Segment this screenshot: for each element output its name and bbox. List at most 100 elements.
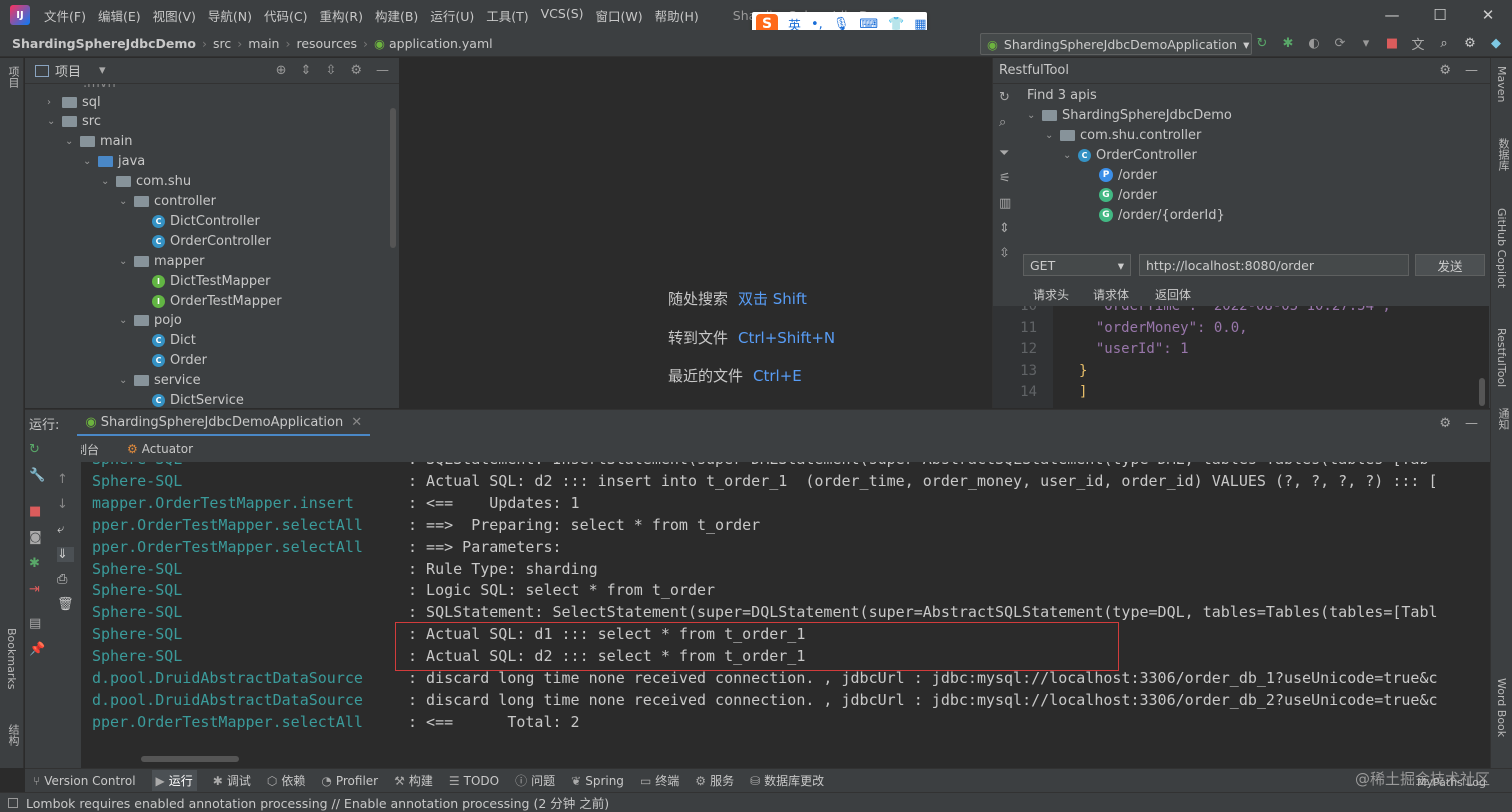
up-icon[interactable]: ↑ <box>57 472 74 487</box>
tree-node[interactable]: ⌄ src <box>47 112 101 132</box>
debug-icon[interactable]: ✱ <box>29 556 45 571</box>
tab-request-headers[interactable]: 请求头 <box>1033 286 1069 307</box>
tab-actuator[interactable]: ⚙ Actuator <box>127 442 193 456</box>
rerun-icon[interactable]: ↻ <box>1254 33 1270 53</box>
collapse-icon[interactable]: ⇳ <box>999 246 1011 261</box>
tab-request-body[interactable]: 请求体 <box>1093 286 1129 307</box>
tree-caret-icon[interactable]: ⌄ <box>65 136 75 147</box>
hide-icon[interactable]: — <box>1465 416 1478 431</box>
api-tree-package[interactable]: ⌄ com.shu.controller <box>1045 125 1201 145</box>
right-tool-tab[interactable]: Maven <box>1495 66 1508 102</box>
tree-caret-icon[interactable]: ⌄ <box>119 315 129 326</box>
filter-icon[interactable]: ⏷ <box>999 146 1011 161</box>
api-endpoint[interactable]: G/order <box>1099 185 1157 205</box>
tool-window-button[interactable]: ❦ Spring <box>571 774 624 788</box>
wrench-icon[interactable]: 🔧 <box>29 468 45 483</box>
right-tool-tab[interactable]: 通知 <box>1495 408 1511 430</box>
gear-icon[interactable]: ⚙ <box>1462 33 1478 53</box>
api-tree-project[interactable]: ⌄ ShardingSphereJdbcDemo <box>1027 105 1232 125</box>
tool-window-button[interactable]: ⑂ Version Control <box>33 774 136 788</box>
maximize-icon[interactable]: ☐ <box>1416 0 1464 30</box>
refresh-icon[interactable]: ↻ <box>999 90 1011 105</box>
project-tool-tab[interactable]: 项目 <box>5 66 21 88</box>
tool-window-button[interactable]: ▭ 终端 <box>640 772 679 789</box>
layout-icon[interactable]: ▤ <box>29 616 45 631</box>
trash-icon[interactable]: 🗑 <box>57 597 74 612</box>
menu-item[interactable]: 窗口(W) <box>590 6 649 25</box>
run-configuration-select[interactable]: ◉ ShardingSphereJdbcDemoApplication ▾ <box>980 33 1252 55</box>
menu-item[interactable]: VCS(S) <box>535 6 590 25</box>
settings-icon[interactable]: ⚟ <box>999 171 1011 186</box>
menu-item[interactable]: 编辑(E) <box>92 6 147 25</box>
tree-caret-icon[interactable]: ⌄ <box>119 256 129 267</box>
search-icon[interactable]: ⌕ <box>999 115 1011 130</box>
tool-window-button[interactable]: ☰ TODO <box>449 774 499 788</box>
tree-node[interactable]: ⌄ java <box>83 152 145 172</box>
print-icon[interactable]: ⎙ <box>57 572 74 587</box>
breadcrumb-item[interactable]: ShardingSphereJdbcDemo <box>12 36 196 51</box>
debug-icon[interactable]: ✱ <box>1280 33 1296 53</box>
url-input[interactable] <box>1139 254 1409 276</box>
tree-node[interactable]: C OrderController <box>137 231 271 251</box>
hide-icon[interactable]: — <box>1465 63 1478 78</box>
tool-window-button[interactable]: ⚙ 服务 <box>695 772 734 789</box>
tree-node[interactable]: C Order <box>137 351 207 371</box>
pin-icon[interactable]: 📌 <box>29 642 45 657</box>
status-icon[interactable] <box>8 797 18 808</box>
tool-window-button[interactable]: ✱ 调试 <box>213 772 251 789</box>
tree-caret-icon[interactable]: ⌄ <box>119 375 129 386</box>
api-endpoint[interactable]: P/order <box>1099 165 1157 185</box>
tree-node[interactable]: I OrderTestMapper <box>137 291 282 311</box>
menu-item[interactable]: 帮助(H) <box>649 6 705 25</box>
stop-icon[interactable]: ■ <box>29 504 45 519</box>
tool-window-button[interactable]: ⛁ 数据库更改 <box>750 772 824 789</box>
collapse-all-icon[interactable]: ⇳ <box>325 63 336 78</box>
breadcrumb-item[interactable]: application.yaml <box>389 36 493 51</box>
expand-all-icon[interactable]: ⇕ <box>301 63 312 78</box>
send-button[interactable]: 发送 <box>1415 254 1485 276</box>
exit-icon[interactable]: ⇥ <box>29 582 45 597</box>
breadcrumb-item[interactable]: src <box>213 36 231 51</box>
tree-node[interactable]: ⌄ service <box>119 371 201 391</box>
expand-icon[interactable]: ⇕ <box>999 221 1011 236</box>
menu-item[interactable]: 重构(R) <box>314 6 369 25</box>
right-tool-tab[interactable]: GitHub Copilot <box>1495 208 1508 288</box>
gear-icon[interactable]: ⚙ <box>1439 63 1451 78</box>
tool-window-button[interactable]: ⬡ 依赖 <box>267 772 306 789</box>
api-endpoint[interactable]: G/order/{orderId} <box>1099 205 1225 225</box>
console-output[interactable]: Sphere-SQL: SQLStatement: InsertStatemen… <box>81 462 1478 768</box>
tree-node[interactable]: C DictController <box>137 211 260 231</box>
tree-caret-icon[interactable]: ⌄ <box>101 176 111 187</box>
right-tool-tab[interactable]: RestfulTool <box>1495 328 1508 387</box>
response-scrollbar[interactable] <box>1479 378 1485 406</box>
bookmarks-tool-tab[interactable]: Bookmarks <box>5 628 18 689</box>
minimize-icon[interactable]: — <box>1368 0 1416 30</box>
breadcrumb-item[interactable]: resources <box>296 36 357 51</box>
console-hscrollbar[interactable] <box>141 756 239 762</box>
tool-window-button[interactable]: ⓘ 问题 <box>515 772 555 789</box>
tree-node[interactable]: C DictService <box>137 391 244 408</box>
chevron-down-icon[interactable]: ▾ <box>99 63 106 78</box>
menu-item[interactable]: 导航(N) <box>202 6 258 25</box>
gear-icon[interactable]: ⚙ <box>350 63 362 78</box>
jetbrains-icon[interactable]: ◆ <box>1488 33 1504 53</box>
tree-node[interactable]: › sql <box>47 92 101 112</box>
tree-caret-icon[interactable]: ⌄ <box>47 116 57 127</box>
coverage-icon[interactable]: ◐ <box>1306 33 1322 53</box>
translate-icon[interactable]: 文 <box>1410 33 1426 53</box>
more-run-icon[interactable]: ▾ <box>1358 33 1374 53</box>
menu-item[interactable]: 构建(B) <box>369 6 424 25</box>
hide-icon[interactable]: — <box>376 63 389 78</box>
tree-node[interactable]: ⌄ mapper <box>119 251 204 271</box>
tree-node[interactable]: ⌄ com.shu <box>101 172 191 192</box>
tree-caret-icon[interactable]: › <box>47 97 57 108</box>
search-icon[interactable]: ⌕ <box>1436 33 1452 53</box>
tree-node[interactable]: ⌄ controller <box>119 192 216 212</box>
close-tab-icon[interactable]: ✕ <box>351 415 362 430</box>
breadcrumb-item[interactable]: main <box>248 36 279 51</box>
chart-icon[interactable]: ▥ <box>999 196 1011 211</box>
stop-icon[interactable]: ■ <box>1384 33 1400 53</box>
down-icon[interactable]: ↓ <box>57 497 74 512</box>
tree-node[interactable]: C Dict <box>137 331 196 351</box>
tree-node[interactable]: ⌄ pojo <box>119 311 182 331</box>
